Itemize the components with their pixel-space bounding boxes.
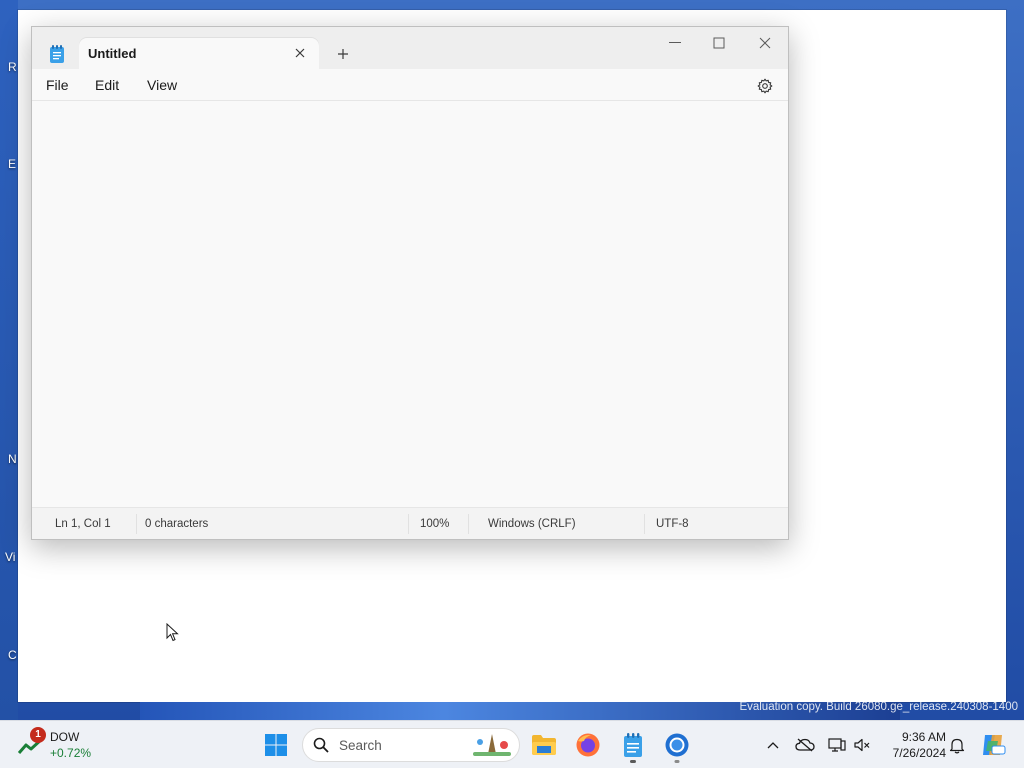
menu-edit[interactable]: Edit <box>95 77 119 93</box>
status-divider <box>408 514 409 534</box>
running-indicator <box>674 760 680 763</box>
notifications-button[interactable] <box>944 731 970 759</box>
start-button[interactable] <box>257 726 295 764</box>
firefox-icon <box>576 733 600 757</box>
desktop-icon-label[interactable]: E <box>8 157 16 171</box>
desktop-icon-label[interactable]: N <box>8 452 17 466</box>
taskbar: 1 DOW +0.72% Search 9:36 AM 7/26/2024 <box>0 720 1024 768</box>
search-highlight-icon <box>473 734 511 756</box>
close-window-button[interactable] <box>742 29 788 57</box>
close-icon <box>295 48 305 58</box>
clock-date: 7/26/2024 <box>892 746 946 760</box>
widget-title: DOW <box>50 730 80 744</box>
maximize-icon <box>713 37 725 49</box>
line-ending[interactable]: Windows (CRLF) <box>488 518 576 530</box>
evaluation-watermark: Evaluation copy. Build 26080.ge_release.… <box>739 701 1018 713</box>
gear-icon <box>757 78 773 94</box>
close-tab-button[interactable] <box>289 42 311 64</box>
start-icon <box>265 734 287 756</box>
minimize-icon <box>669 42 681 43</box>
notepad-window[interactable]: Untitled File Edit View Ln 1, Col 1 0 ch… <box>31 26 789 540</box>
zoom-level[interactable]: 100% <box>420 518 449 530</box>
taskbar-search[interactable]: Search <box>302 728 520 762</box>
notepad-icon <box>624 733 642 757</box>
desktop-icon-label[interactable]: C <box>8 648 17 662</box>
menu-bar: File Edit View <box>32 69 788 101</box>
search-icon <box>313 737 329 753</box>
widget-value: +0.72% <box>50 746 92 760</box>
title-bar[interactable]: Untitled <box>32 27 788 69</box>
stocks-widget[interactable]: 1 DOW +0.72% <box>14 725 124 765</box>
onedrive-tray[interactable] <box>792 731 818 759</box>
network-tray[interactable] <box>824 731 850 759</box>
taskbar-firefox[interactable] <box>569 726 607 764</box>
notepad-app-icon <box>44 38 70 69</box>
desktop-edge: R E N Vi C <box>0 0 18 720</box>
file-explorer-icon <box>532 735 556 755</box>
menu-file[interactable]: File <box>46 77 69 93</box>
cloud-offline-icon <box>795 738 815 752</box>
text-editor[interactable] <box>32 102 788 507</box>
close-icon <box>759 37 771 49</box>
plus-icon <box>338 49 348 59</box>
taskbar-notepad[interactable] <box>614 726 652 764</box>
notification-badge: 1 <box>30 727 46 743</box>
tab-title: Untitled <box>88 46 137 61</box>
running-indicator <box>630 760 636 763</box>
status-divider <box>136 514 137 534</box>
taskbar-file-explorer[interactable] <box>525 726 563 764</box>
minimize-button[interactable] <box>652 29 698 57</box>
settings-button[interactable] <box>752 75 778 97</box>
bell-icon <box>949 738 965 753</box>
show-hidden-icons-button[interactable] <box>760 731 786 759</box>
mouse-pointer-icon <box>166 623 179 642</box>
encoding[interactable]: UTF-8 <box>656 518 689 530</box>
status-divider <box>644 514 645 534</box>
volume-tray[interactable] <box>849 731 875 759</box>
character-count: 0 characters <box>145 518 209 530</box>
desktop-icon-label[interactable]: R <box>8 60 17 74</box>
menu-view[interactable]: View <box>147 77 177 93</box>
copilot-button[interactable] <box>978 731 1008 759</box>
new-tab-button[interactable] <box>328 41 358 67</box>
network-icon <box>828 738 846 752</box>
maximize-button[interactable] <box>696 29 742 57</box>
speaker-muted-icon <box>854 738 870 752</box>
chevron-up-icon <box>767 742 779 749</box>
copilot-icon <box>983 735 1006 755</box>
tab-untitled[interactable]: Untitled <box>79 38 319 69</box>
clock-time: 9:36 AM <box>901 730 946 744</box>
cursor-position: Ln 1, Col 1 <box>55 518 111 530</box>
chrome-icon <box>665 733 689 757</box>
status-divider <box>468 514 469 534</box>
taskbar-chrome[interactable] <box>658 726 696 764</box>
desktop-icon-label[interactable]: Vi <box>5 550 15 564</box>
search-placeholder: Search <box>339 738 382 753</box>
status-bar: Ln 1, Col 1 0 characters 100% Windows (C… <box>32 507 788 539</box>
system-clock[interactable]: 9:36 AM 7/26/2024 <box>880 729 946 761</box>
